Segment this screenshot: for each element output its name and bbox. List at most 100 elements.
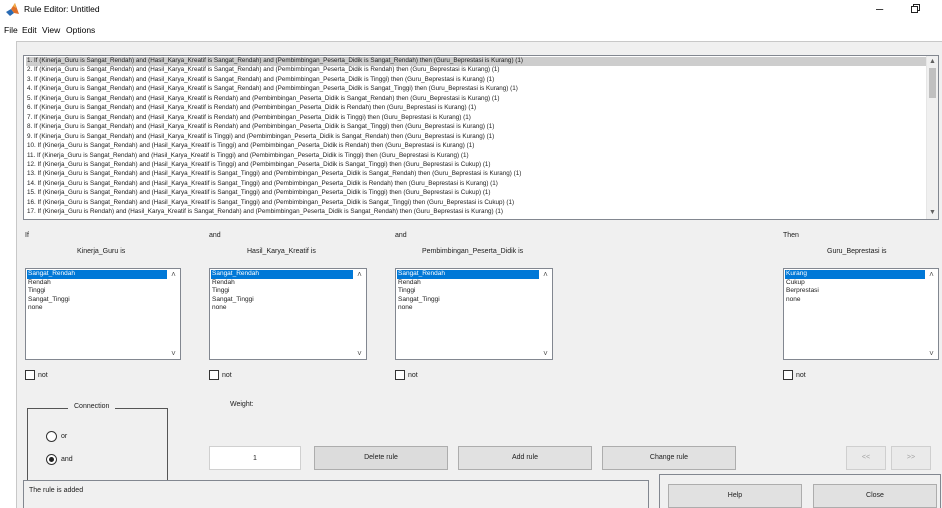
membership-option[interactable]: Cukup (785, 279, 925, 288)
rule-item[interactable]: 1. If (Kinerja_Guru is Sangat_Rendah) an… (26, 57, 926, 66)
pembimbingan-peserta-didik-label: Pembimbingan_Peserta_Didik is (422, 248, 524, 255)
status-panel: The rule is added (23, 480, 649, 508)
connection-or-label: or (61, 433, 68, 440)
pembimbingan-peserta-didik-listbox[interactable]: Sangat_Rendah Rendah Tinggi Sangat_Tinggi no… (395, 268, 553, 360)
membership-option[interactable]: Sangat_Tinggi (211, 296, 353, 305)
radio-selected-dot (49, 457, 54, 462)
membership-option[interactable]: none (397, 304, 539, 313)
menu-file[interactable]: File (4, 25, 18, 35)
membership-option[interactable]: Sangat_Tinggi (27, 296, 167, 305)
hasil-karya-kreatif-label: Hasil_Karya_Kreatif is (247, 248, 316, 255)
rule-item[interactable]: 4. If (Kinerja_Guru is Sangat_Rendah) an… (26, 85, 926, 94)
menu-bar: File Edit View Options (0, 20, 942, 38)
not-label: not (408, 372, 418, 379)
weight-input[interactable]: 1 (209, 446, 301, 470)
not-label: not (38, 372, 48, 379)
connector-and-label: and (209, 232, 221, 239)
connection-or-radio[interactable] (46, 431, 57, 442)
membership-option[interactable]: Tinggi (397, 287, 539, 296)
scroll-up-icon[interactable]: ▲ (927, 57, 938, 67)
matlab-icon (6, 3, 19, 16)
kinerja-guru-label: Kinerja_Guru is (77, 248, 126, 255)
rule-item[interactable]: 2. If (Kinerja_Guru is Sangat_Rendah) an… (26, 66, 926, 75)
restore-button[interactable] (911, 4, 920, 13)
delete-rule-button[interactable]: Delete rule (314, 446, 448, 470)
scroll-up-icon[interactable]: ˄ (540, 270, 551, 279)
menu-edit[interactable]: Edit (22, 25, 37, 35)
scroll-down-icon[interactable]: ▼ (927, 208, 938, 218)
rule-item[interactable]: 11. If (Kinerja_Guru is Sangat_Rendah) a… (26, 152, 926, 161)
guru-beprestasi-listbox[interactable]: Kurang Cukup Berprestasi none ˄ ˅ (783, 268, 939, 360)
membership-option[interactable]: none (211, 304, 353, 313)
membership-option[interactable]: Rendah (211, 279, 353, 288)
rule-item[interactable]: 9. If (Kinerja_Guru is Sangat_Rendah) an… (26, 133, 926, 142)
scroll-up-icon[interactable]: ˄ (926, 270, 937, 279)
scroll-down-icon[interactable]: ˅ (354, 349, 365, 358)
close-button[interactable]: Close (813, 484, 937, 508)
rule-item[interactable]: 17. If (Kinerja_Guru is Rendah) and (Has… (26, 208, 926, 217)
scroll-down-icon[interactable]: ˅ (926, 349, 937, 358)
membership-option[interactable]: Kurang (785, 270, 925, 279)
rule-editor-panel: 1. If (Kinerja_Guru is Sangat_Rendah) an… (16, 41, 942, 508)
listbox-scrollbar[interactable]: ˄ ˅ (926, 269, 938, 359)
membership-option[interactable]: Sangat_Rendah (211, 270, 353, 279)
connection-and-label: and (61, 456, 73, 463)
membership-option[interactable]: Rendah (27, 279, 167, 288)
pembimbingan-peserta-didik-not-checkbox[interactable] (395, 370, 405, 380)
membership-option[interactable]: Sangat_Tinggi (397, 296, 539, 305)
add-rule-button[interactable]: Add rule (458, 446, 592, 470)
next-rule-button[interactable]: >> (891, 446, 931, 470)
menu-view[interactable]: View (42, 25, 60, 35)
rule-item[interactable]: 13. If (Kinerja_Guru is Sangat_Rendah) a… (26, 170, 926, 179)
rules-scrollbar[interactable]: ▲ ▼ (926, 56, 938, 219)
connection-title: Connection (68, 403, 116, 410)
rule-item[interactable]: 14. If (Kinerja_Guru is Sangat_Rendah) a… (26, 180, 926, 189)
not-label: not (796, 372, 806, 379)
rule-item[interactable]: 3. If (Kinerja_Guru is Sangat_Rendah) an… (26, 76, 926, 85)
connection-and-radio[interactable] (46, 454, 57, 465)
scroll-down-icon[interactable]: ˅ (540, 349, 551, 358)
membership-option[interactable]: Tinggi (211, 287, 353, 296)
scroll-up-icon[interactable]: ˄ (354, 270, 365, 279)
help-button[interactable]: Help (668, 484, 802, 508)
rule-item[interactable]: 10. If (Kinerja_Guru is Sangat_Rendah) a… (26, 142, 926, 151)
membership-option[interactable]: none (27, 304, 167, 313)
change-rule-button[interactable]: Change rule (602, 446, 736, 470)
not-label: not (222, 372, 232, 379)
membership-option[interactable]: Rendah (397, 279, 539, 288)
kinerja-guru-listbox[interactable]: Sangat_Rendah Rendah Tinggi Sangat_Tinggi no… (25, 268, 181, 360)
rule-item[interactable]: 15. If (Kinerja_Guru is Sangat_Rendah) a… (26, 189, 926, 198)
rule-item[interactable]: 7. If (Kinerja_Guru is Sangat_Rendah) an… (26, 114, 926, 123)
membership-option[interactable]: Sangat_Rendah (397, 270, 539, 279)
listbox-scrollbar[interactable]: ˄ ˅ (354, 269, 366, 359)
membership-option[interactable]: Berprestasi (785, 287, 925, 296)
rule-item[interactable]: 16. If (Kinerja_Guru is Sangat_Rendah) a… (26, 199, 926, 208)
listbox-scrollbar[interactable]: ˄ ˅ (168, 269, 180, 359)
rule-item[interactable]: 8. If (Kinerja_Guru is Sangat_Rendah) an… (26, 123, 926, 132)
connection-group: Connection or and (27, 403, 168, 486)
connector-then-label: Then (783, 232, 799, 239)
membership-option[interactable]: Sangat_Rendah (27, 270, 167, 279)
membership-option[interactable]: Tinggi (27, 287, 167, 296)
rule-item[interactable]: 5. If (Kinerja_Guru is Sangat_Rendah) an… (26, 95, 926, 104)
previous-rule-button[interactable]: << (846, 446, 886, 470)
scroll-up-icon[interactable]: ˄ (168, 270, 179, 279)
title-bar: Rule Editor: Untitled – (0, 0, 942, 20)
hasil-karya-kreatif-not-checkbox[interactable] (209, 370, 219, 380)
scroll-thumb[interactable] (929, 68, 936, 98)
weight-label: Weight: (230, 401, 254, 408)
rule-item[interactable]: 12. If (Kinerja_Guru is Sangat_Rendah) a… (26, 161, 926, 170)
rules-listbox[interactable]: 1. If (Kinerja_Guru is Sangat_Rendah) an… (23, 55, 939, 220)
kinerja-guru-not-checkbox[interactable] (25, 370, 35, 380)
membership-option[interactable]: none (785, 296, 925, 305)
guru-beprestasi-not-checkbox[interactable] (783, 370, 793, 380)
hasil-karya-kreatif-listbox[interactable]: Sangat_Rendah Rendah Tinggi Sangat_Tinggi no… (209, 268, 367, 360)
connector-and-label: and (395, 232, 407, 239)
rule-item[interactable]: 6. If (Kinerja_Guru is Sangat_Rendah) an… (26, 104, 926, 113)
menu-options[interactable]: Options (66, 25, 95, 35)
scroll-down-icon[interactable]: ˅ (168, 349, 179, 358)
guru-beprestasi-label: Guru_Beprestasi is (827, 248, 887, 255)
window-title: Rule Editor: Untitled (24, 4, 100, 14)
listbox-scrollbar[interactable]: ˄ ˅ (540, 269, 552, 359)
minimize-button[interactable]: – (876, 1, 883, 16)
